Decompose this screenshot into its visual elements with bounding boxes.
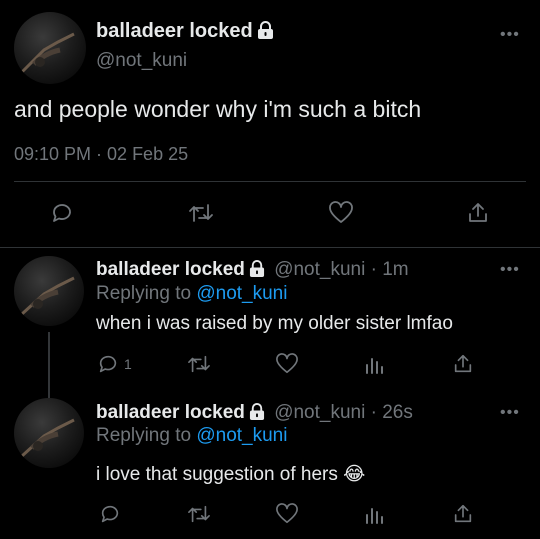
reply-count: 1 xyxy=(124,356,132,372)
avatar[interactable] xyxy=(14,398,84,468)
reply-header: balladeer locked @not_kuni · 1m xyxy=(96,259,409,283)
more-options-icon[interactable]: ••• xyxy=(500,27,520,43)
tweet-text: and people wonder why i'm such a bitch xyxy=(14,96,422,122)
tweet-time[interactable]: · 1m xyxy=(371,259,409,280)
share-icon[interactable] xyxy=(452,353,474,375)
replying-to-handle[interactable]: @not_kuni xyxy=(196,283,287,304)
analytics-icon[interactable] xyxy=(364,353,384,375)
tweet-timestamp[interactable]: 09:10 PM · 02 Feb 25 xyxy=(14,144,188,165)
reply-icon[interactable] xyxy=(97,353,119,375)
avatar[interactable] xyxy=(14,256,84,326)
handle[interactable]: @not_kuni xyxy=(274,402,365,423)
share-icon[interactable] xyxy=(466,201,490,225)
retweet-icon[interactable] xyxy=(188,201,214,225)
thread-line xyxy=(48,332,50,398)
retweet-icon[interactable] xyxy=(187,503,211,525)
retweet-icon[interactable] xyxy=(187,353,211,375)
reply-text: when i was raised by my older sister lmf… xyxy=(96,313,453,334)
analytics-icon[interactable] xyxy=(364,503,384,525)
replying-to-label: Replying to xyxy=(96,425,192,446)
display-name[interactable]: balladeer locked xyxy=(96,259,245,280)
replying-to: Replying to @not_kuni xyxy=(96,283,287,305)
display-name-text: balladeer locked xyxy=(96,20,253,42)
lock-icon xyxy=(249,403,265,426)
divider xyxy=(14,181,526,182)
tweet-time[interactable]: · 26s xyxy=(371,402,413,423)
handle[interactable]: @not_kuni xyxy=(96,50,187,72)
reply-icon[interactable] xyxy=(99,503,121,525)
reply-header: balladeer locked @not_kuni · 26s xyxy=(96,402,413,426)
more-options-icon[interactable]: ••• xyxy=(500,262,520,278)
lock-icon xyxy=(249,260,265,283)
like-icon[interactable] xyxy=(275,353,299,375)
divider xyxy=(0,247,540,248)
display-name[interactable]: balladeer locked xyxy=(96,20,274,45)
display-name[interactable]: balladeer locked xyxy=(96,402,245,423)
lock-icon xyxy=(257,21,274,45)
replying-to-label: Replying to xyxy=(96,283,192,304)
handle[interactable]: @not_kuni xyxy=(274,259,365,280)
replying-to: Replying to @not_kuni xyxy=(96,425,287,447)
like-icon[interactable] xyxy=(328,201,354,225)
reply-icon[interactable] xyxy=(50,201,74,225)
share-icon[interactable] xyxy=(452,503,474,525)
more-options-icon[interactable]: ••• xyxy=(500,405,520,421)
replying-to-handle[interactable]: @not_kuni xyxy=(196,425,287,446)
reply-text: i love that suggestion of hers 😂 xyxy=(96,464,366,485)
avatar[interactable] xyxy=(14,12,86,84)
like-icon[interactable] xyxy=(275,503,299,525)
